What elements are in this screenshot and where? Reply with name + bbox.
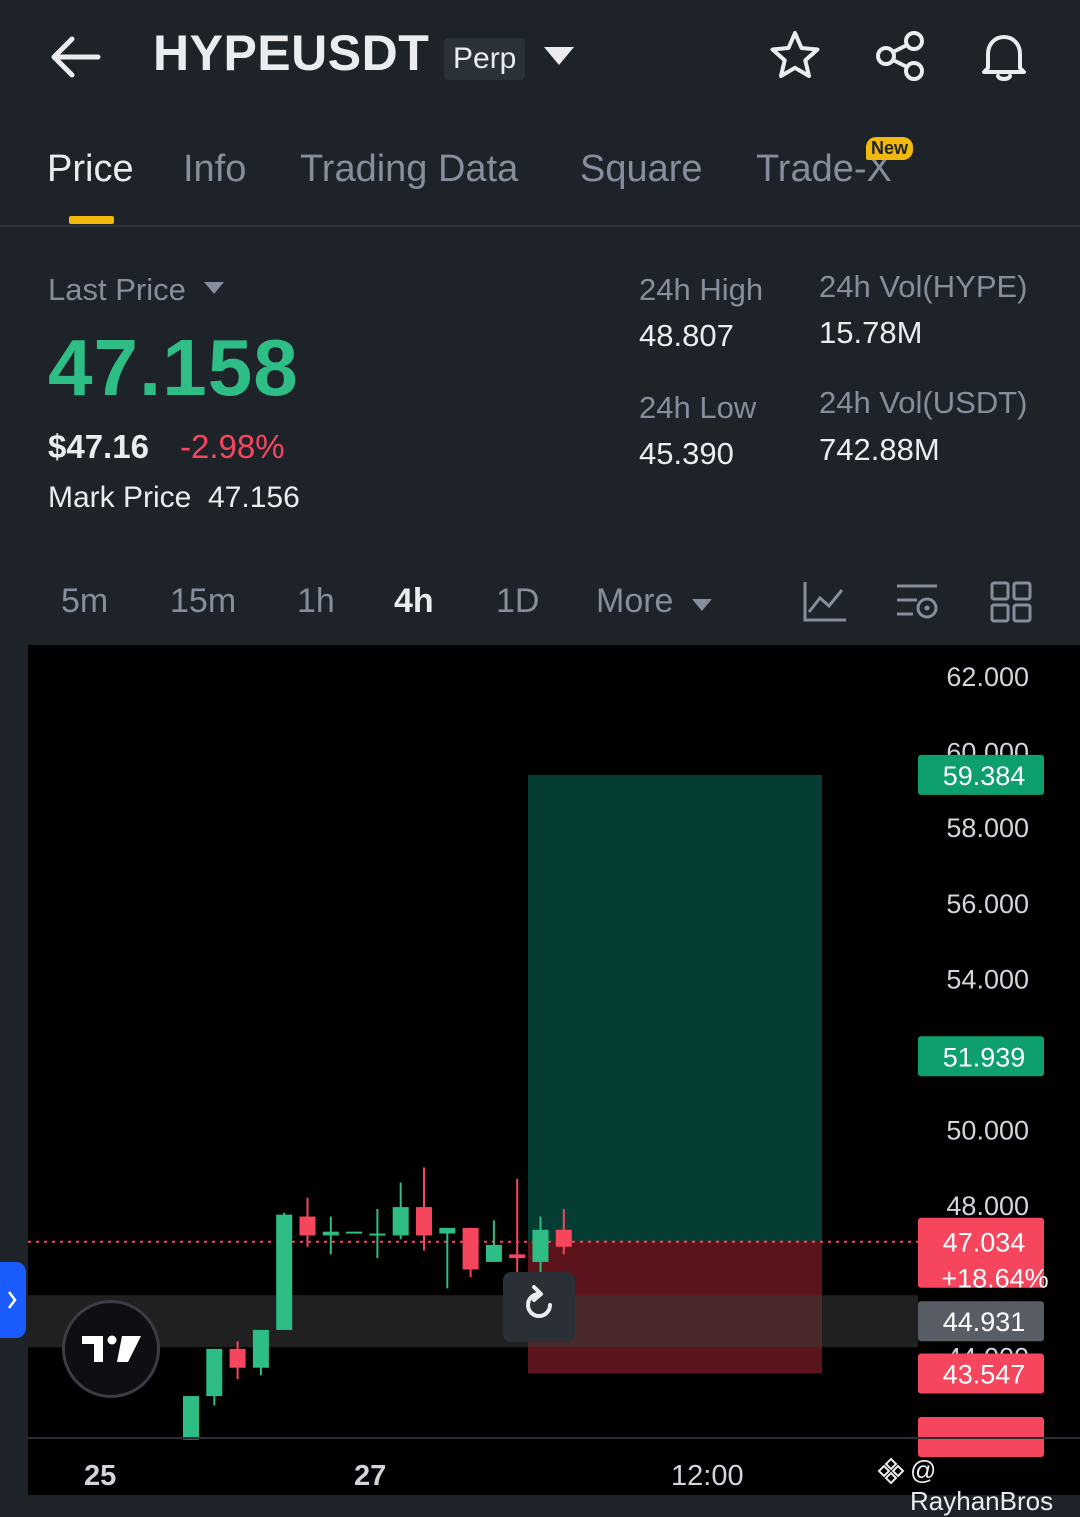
chevron-down-icon[interactable] (542, 44, 576, 68)
last-price: 47.158 (48, 323, 299, 412)
tradingview-logo[interactable] (62, 1300, 160, 1398)
y-axis-label: 54.000 (946, 964, 1029, 994)
candle-body (485, 1244, 502, 1262)
x-label-1200: 12:00 (671, 1460, 744, 1492)
active-tab-indicator (69, 216, 114, 224)
more-label: More (596, 582, 674, 620)
candle-body (346, 1231, 363, 1234)
interval-5m[interactable]: 5m (61, 582, 108, 621)
mark-price-value: 47.156 (208, 481, 300, 514)
chart-canvas[interactable]: 62.00060.00058.00056.00054.00050.00048.0… (0, 645, 1080, 1495)
candle-body (416, 1207, 432, 1236)
back-arrow-icon[interactable] (48, 30, 102, 84)
candle-body (509, 1254, 526, 1259)
candle-body (276, 1214, 293, 1330)
low-label: 24h Low (639, 390, 757, 425)
chart-left-rail (0, 645, 28, 1495)
candle-body (392, 1207, 409, 1236)
more-intervals[interactable]: More (596, 582, 713, 621)
y-axis-label: 50.000 (946, 1116, 1029, 1146)
candle-body (369, 1233, 386, 1236)
caret-down-icon[interactable] (203, 281, 225, 295)
symbol-title[interactable]: HYPEUSDT (153, 24, 429, 82)
usd-price: $47.16 (48, 428, 149, 465)
x-label-27: 27 (354, 1460, 387, 1492)
bottom-price-tag-bg (918, 1416, 1044, 1457)
new-badge: New (866, 137, 914, 160)
candle-body (322, 1231, 339, 1236)
drawing-tools-icon[interactable] (895, 580, 941, 624)
reset-chart-button[interactable] (503, 1272, 575, 1342)
bell-icon[interactable] (976, 28, 1032, 84)
price-band (28, 1295, 918, 1348)
interval-4h[interactable]: 4h (394, 582, 434, 621)
high-label: 24h High (639, 272, 764, 307)
tab-price[interactable]: Price (47, 148, 134, 191)
tab-square[interactable]: Square (580, 148, 703, 191)
rotate-icon (526, 1285, 552, 1318)
candlestick-chart[interactable]: 62.000 60.000 58.000 56.000 54.000 50.000 48.0… (0, 645, 1080, 1495)
current-price-tag: 47.034 (943, 1228, 1026, 1258)
high-value: 48.807 (639, 318, 734, 353)
candle-body (206, 1348, 223, 1397)
vol-quote-value: 742.88M (819, 432, 940, 467)
take-profit-tag: 59.384 (943, 761, 1026, 791)
current-change-tag: +18.64% (941, 1264, 1048, 1294)
star-icon[interactable] (767, 28, 823, 84)
layout-grid-icon[interactable] (989, 580, 1033, 624)
candle-body (252, 1329, 269, 1368)
caret-down-icon (691, 599, 712, 611)
stop-loss-tag: 43.547 (943, 1360, 1026, 1390)
interval-15m[interactable]: 15m (170, 582, 236, 621)
candle-body (183, 1396, 199, 1440)
binance-logo-icon (877, 1457, 905, 1485)
candle-body (229, 1348, 246, 1368)
candle-body (299, 1216, 316, 1236)
candle-body (532, 1229, 549, 1262)
candle-body (462, 1227, 479, 1270)
indicator-icon[interactable] (802, 580, 848, 624)
y-axis-label: 62.000 (946, 662, 1029, 692)
x-label-25: 25 (84, 1460, 117, 1492)
target-price-tag: 51.939 (943, 1042, 1026, 1072)
y-axis-label: 56.000 (946, 889, 1029, 919)
gray-price-tag: 44.931 (943, 1307, 1026, 1337)
vol-base-value: 15.78M (819, 315, 923, 350)
mark-price-label: Mark Price (48, 481, 192, 514)
tab-info[interactable]: Info (183, 148, 246, 191)
price-change-percent: -2.98% (180, 428, 285, 465)
interval-1h[interactable]: 1h (297, 582, 335, 621)
last-price-label[interactable]: Last Price (48, 272, 186, 308)
interval-1d[interactable]: 1D (496, 582, 539, 621)
y-axis-label: 58.000 (946, 813, 1029, 843)
share-icon[interactable] (872, 28, 928, 84)
y-axis-label: 48.000 (946, 1191, 1029, 1221)
chevron-right-icon (8, 1291, 17, 1309)
tab-trading-data[interactable]: Trading Data (300, 148, 518, 191)
watermark: @ RayhanBros (910, 1455, 1054, 1516)
low-value: 45.390 (639, 436, 734, 471)
divider (0, 225, 1080, 227)
contract-type-badge: Perp (444, 38, 526, 80)
candle-body (439, 1227, 456, 1234)
tradingview-logo-icon (82, 1335, 141, 1362)
candle-body (555, 1229, 572, 1247)
mark-price: Mark Price 47.156 (48, 481, 300, 515)
side-panel-toggle[interactable] (0, 1262, 26, 1338)
vol-base-label: 24h Vol(HYPE) (819, 269, 1028, 304)
vol-quote-label: 24h Vol(USDT) (819, 385, 1028, 420)
profit-zone (528, 774, 822, 1242)
top-bar: HYPEUSDT Perp (0, 0, 1080, 115)
